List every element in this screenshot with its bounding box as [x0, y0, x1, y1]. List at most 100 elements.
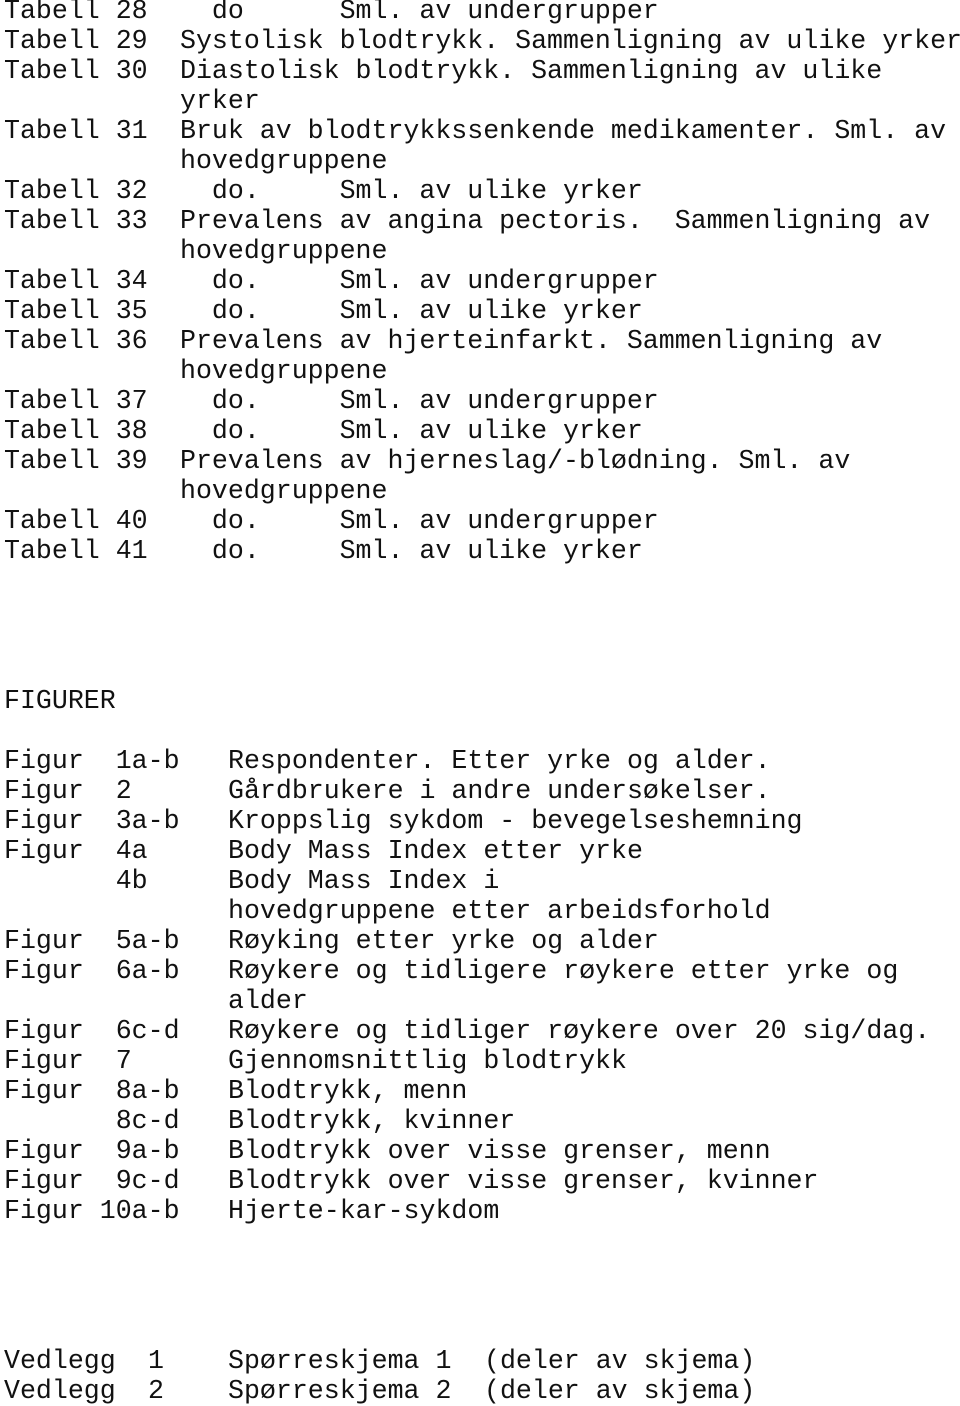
figure-entry: Figur 3a-b Kroppslig sykdom - bevegelsesh… — [4, 806, 960, 836]
entry-label: Figur 9c-d — [4, 1166, 180, 1196]
entry-label: Tabell 37 — [4, 386, 148, 416]
entry-line: Tabell 38 do. Sml. av ulike yrker — [4, 416, 960, 446]
appendix-note: (deler av skjema) — [484, 1376, 756, 1406]
entry-label: Tabell 39 — [4, 446, 148, 476]
table-entry: Tabell 39 Prevalens av hjerneslag/-blødni… — [4, 446, 960, 506]
table-entry: Tabell 29 Systolisk blodtrykk. Sammenlign… — [4, 26, 960, 56]
entry-line: Figur 10a-b Hjerte-kar-sykdom — [4, 1196, 960, 1226]
entry-description: Kroppslig sykdom - bevegelseshemning — [228, 806, 803, 836]
entry-label: Figur 4a — [4, 836, 148, 866]
document-page: Tabell 28 do Sml. av undergrupper Tabell … — [4, 0, 960, 1406]
entry-label: 8c-d — [4, 1106, 180, 1136]
entry-description: do. Sml. av undergrupper — [180, 266, 659, 296]
entry-description: do. Sml. av ulike yrker — [180, 416, 643, 446]
entry-line: Tabell 29 Systolisk blodtrykk. Sammenlign… — [4, 26, 960, 56]
appendix-label: Vedlegg — [4, 1376, 116, 1406]
entry-line: Tabell 28 do Sml. av undergrupper — [4, 0, 960, 26]
entry-label: Figur 6a-b — [4, 956, 180, 986]
entry-label: Tabell 40 — [4, 506, 148, 536]
entry-line: Tabell 35 do. Sml. av ulike yrker — [4, 296, 960, 326]
entry-description: do. Sml. av undergrupper — [180, 386, 659, 416]
entry-description: hovedgruppene — [180, 356, 388, 386]
entry-label: Tabell 31 — [4, 116, 148, 146]
entry-label: Tabell 32 — [4, 176, 148, 206]
figure-entry: 8c-d Blodtrykk, kvinner — [4, 1106, 960, 1136]
table-entry: Tabell 32 do. Sml. av ulike yrker — [4, 176, 960, 206]
entry-label: Tabell 38 — [4, 416, 148, 446]
entry-line: Figur 5a-b Røyking etter yrke og alder — [4, 926, 960, 956]
entry-description: Gjennomsnittlig blodtrykk — [228, 1046, 627, 1076]
entry-label: 4b — [4, 866, 148, 896]
figure-entry: Figur 6c-d Røykere og tidliger røykere ov… — [4, 1016, 960, 1046]
entry-line: Tabell 40 do. Sml. av undergrupper — [4, 506, 960, 536]
entry-line: Tabell 37 do. Sml. av undergrupper — [4, 386, 960, 416]
entry-description: Blodtrykk over visse grenser, kvinner — [228, 1166, 819, 1196]
entry-line: Figur 9c-d Blodtrykk over visse grenser, … — [4, 1166, 960, 1196]
appendix-list: Vedlegg 1 Spørreskjema 1 (deler av skjema) V… — [4, 1346, 960, 1406]
entry-label: Figur 8a-b — [4, 1076, 180, 1106]
figure-list: Figur 1a-b Respondenter. Etter yrke og al… — [4, 746, 960, 1226]
entry-line: Figur 2 Gårdbrukere i andre undersøkelser… — [4, 776, 960, 806]
entry-line: yrker — [4, 86, 960, 116]
entry-description: do. Sml. av ulike yrker — [180, 536, 643, 566]
entry-line: hovedgruppene etter arbeidsforhold — [4, 896, 960, 926]
entry-description: Røykere og tidligere røykere etter yrke … — [228, 956, 899, 986]
figure-entry: 4b Body Mass Index i hovedgruppene etter a… — [4, 866, 960, 926]
appendix-entry: Vedlegg 2 Spørreskjema 2 (deler av skjema) — [4, 1376, 960, 1406]
entry-description: Body Mass Index etter yrke — [228, 836, 643, 866]
entry-description: Røykere og tidliger røykere over 20 sig/… — [228, 1016, 931, 1046]
entry-label: Figur 6c-d — [4, 1016, 180, 1046]
figure-entry: Figur 1a-b Respondenter. Etter yrke og al… — [4, 746, 960, 776]
table-entry: Tabell 37 do. Sml. av undergrupper — [4, 386, 960, 416]
entry-description: Blodtrykk, menn — [228, 1076, 468, 1106]
entry-line: 4b Body Mass Index i — [4, 866, 960, 896]
entry-line: Figur 6a-b Røykere og tidligere røykere e… — [4, 956, 960, 986]
entry-description: do. Sml. av ulike yrker — [180, 296, 643, 326]
entry-description: Gårdbrukere i andre undersøkelser. — [228, 776, 771, 806]
entry-line: Tabell 31 Bruk av blodtrykkssenkende medi… — [4, 116, 960, 146]
table-entry: Tabell 30 Diastolisk blodtrykk. Sammenlig… — [4, 56, 960, 116]
entry-line: hovedgruppene — [4, 146, 960, 176]
entry-label: Figur 9a-b — [4, 1136, 180, 1166]
entry-line: Figur 8a-b Blodtrykk, menn — [4, 1076, 960, 1106]
entry-description: hovedgruppene — [180, 476, 388, 506]
table-entry: Tabell 35 do. Sml. av ulike yrker — [4, 296, 960, 326]
entry-description: Røyking etter yrke og alder — [228, 926, 659, 956]
table-entry: Tabell 31 Bruk av blodtrykkssenkende medi… — [4, 116, 960, 176]
entry-description: Diastolisk blodtrykk. Sammenligning av u… — [180, 56, 883, 86]
table-entry: Tabell 40 do. Sml. av undergrupper — [4, 506, 960, 536]
table-entry: Tabell 36 Prevalens av hjerteinfarkt. Sam… — [4, 326, 960, 386]
appendix-number: 2 — [148, 1376, 164, 1406]
entry-line: Tabell 39 Prevalens av hjerneslag/-blødni… — [4, 446, 960, 476]
entry-description: Prevalens av hjerteinfarkt. Sammenlignin… — [180, 326, 883, 356]
entry-label: Tabell 33 — [4, 206, 148, 236]
entry-description: yrker — [180, 86, 260, 116]
entry-label: Tabell 36 — [4, 326, 148, 356]
entry-description: hovedgruppene — [180, 146, 388, 176]
entry-label: Tabell 30 — [4, 56, 148, 86]
entry-label: Tabell 34 — [4, 266, 148, 296]
entry-description: Blodtrykk, kvinner — [228, 1106, 516, 1136]
entry-label: Tabell 35 — [4, 296, 148, 326]
appendix-entry: Vedlegg 1 Spørreskjema 1 (deler av skjema) — [4, 1346, 960, 1376]
entry-label: Figur 3a-b — [4, 806, 180, 836]
entry-line: Tabell 32 do. Sml. av ulike yrker — [4, 176, 960, 206]
entry-label: Figur 5a-b — [4, 926, 180, 956]
entry-description: alder — [228, 986, 308, 1016]
entry-line: Figur 3a-b Kroppslig sykdom - bevegelsesh… — [4, 806, 960, 836]
entry-description: Blodtrykk over visse grenser, menn — [228, 1136, 771, 1166]
figure-entry: Figur 7 Gjennomsnittlig blodtrykk — [4, 1046, 960, 1076]
figure-entry: Figur 4a Body Mass Index etter yrke — [4, 836, 960, 866]
entry-label: Tabell 29 — [4, 26, 148, 56]
entry-line: Figur 1a-b Respondenter. Etter yrke og al… — [4, 746, 960, 776]
entry-description: Prevalens av hjerneslag/-blødning. Sml. … — [180, 446, 851, 476]
entry-description: Systolisk blodtrykk. Sammenligning av ul… — [180, 26, 960, 56]
appendix-note: (deler av skjema) — [484, 1346, 756, 1376]
entry-description: Prevalens av angina pectoris. Sammenlign… — [180, 206, 931, 236]
entry-line: alder — [4, 986, 960, 1016]
entry-label: Figur 2 — [4, 776, 132, 806]
entry-line: 8c-d Blodtrykk, kvinner — [4, 1106, 960, 1136]
entry-line: Figur 4a Body Mass Index etter yrke — [4, 836, 960, 866]
